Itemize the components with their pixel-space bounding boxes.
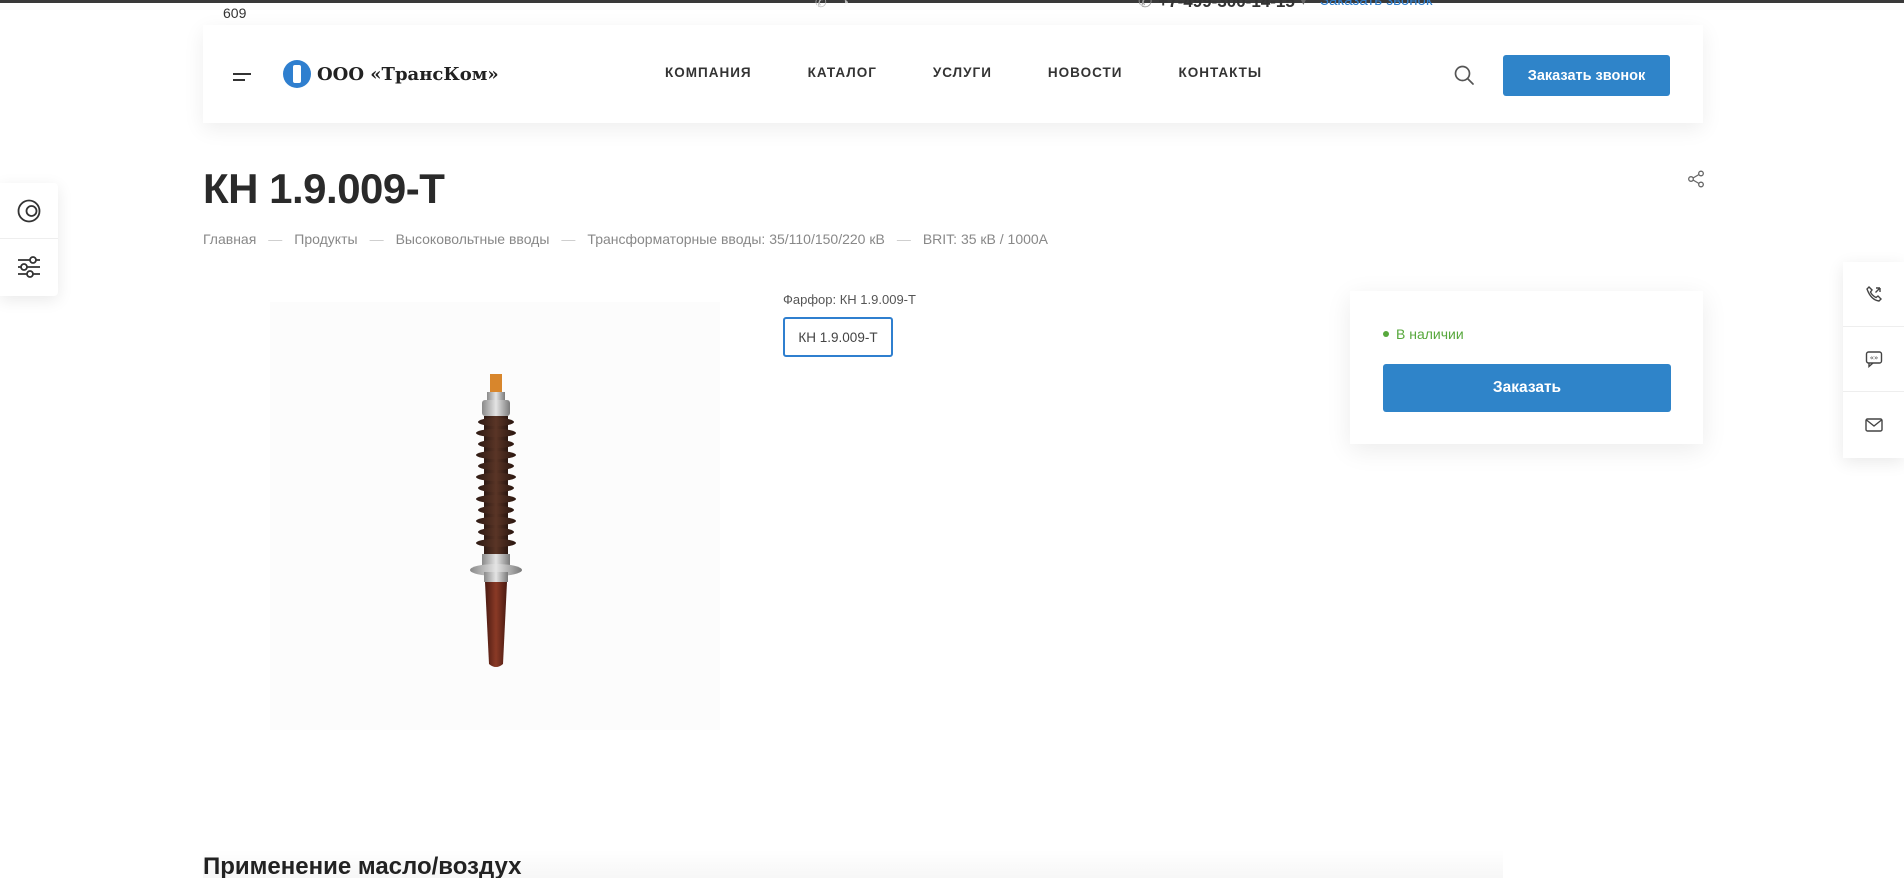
search-icon[interactable] bbox=[1453, 64, 1475, 86]
nav-company[interactable]: КОМПАНИЯ bbox=[665, 65, 752, 80]
chat-side-button[interactable]: «» bbox=[1843, 327, 1904, 392]
chat-icon: «» bbox=[1865, 351, 1882, 368]
breadcrumb: Главная — Продукты — Высоковольтные ввод… bbox=[203, 231, 1048, 247]
stock-dot-icon bbox=[1383, 331, 1389, 337]
callback-side-button[interactable] bbox=[1843, 262, 1904, 327]
breadcrumb-products[interactable]: Продукты bbox=[294, 231, 357, 247]
breadcrumb-brit[interactable]: BRIT: 35 кВ / 1000А bbox=[923, 231, 1048, 247]
breadcrumb-separator: — bbox=[561, 231, 576, 247]
mail-icon bbox=[1864, 417, 1883, 432]
filter-settings-icon bbox=[18, 256, 40, 278]
top-phone[interactable]: ✆ +7-499-300-14-15 ▾ bbox=[1138, 0, 1306, 12]
top-border bbox=[0, 0, 1904, 3]
product-image[interactable] bbox=[270, 302, 720, 730]
phone-icon: ✆ bbox=[1138, 0, 1153, 11]
compare-button[interactable] bbox=[0, 183, 58, 239]
nav-news[interactable]: НОВОСТИ bbox=[1048, 65, 1123, 80]
order-button[interactable]: Заказать bbox=[1383, 364, 1671, 412]
site-header: ООО «ТрансКом» КОМПАНИЯ КАТАЛОГ УСЛУГИ Н… bbox=[203, 25, 1703, 123]
buy-card: В наличии Заказать bbox=[1350, 291, 1703, 444]
top-callback-link[interactable]: Заказать звонок bbox=[1320, 0, 1432, 9]
right-toolbar: «» bbox=[1843, 262, 1904, 458]
mail-side-button[interactable] bbox=[1843, 392, 1904, 457]
whatsapp-icon[interactable]: ◔ bbox=[841, 0, 849, 10]
logo-icon bbox=[283, 60, 311, 88]
stock-status: В наличии bbox=[1383, 326, 1464, 342]
breadcrumb-transformer-bushings[interactable]: Трансформаторные вводы: 35/110/150/220 к… bbox=[587, 231, 884, 247]
section-title: Применение масло/воздух bbox=[203, 853, 522, 878]
breadcrumb-home[interactable]: Главная bbox=[203, 231, 256, 247]
variant-option[interactable]: КН 1.9.009-Т bbox=[783, 317, 893, 357]
breadcrumb-separator: — bbox=[268, 231, 283, 247]
callback-button[interactable]: Заказать звонок bbox=[1503, 55, 1670, 96]
phone-callback-icon bbox=[1865, 286, 1882, 302]
stock-status-text: В наличии bbox=[1396, 326, 1464, 342]
site-logo[interactable]: ООО «ТрансКом» bbox=[283, 60, 499, 88]
bushing-image bbox=[470, 374, 522, 667]
nav-catalog[interactable]: КАТАЛОГ bbox=[808, 65, 877, 80]
breadcrumb-separator: — bbox=[896, 231, 911, 247]
phone-number[interactable]: +7-499-300-14-15 bbox=[1158, 0, 1295, 12]
breadcrumb-separator: — bbox=[369, 231, 384, 247]
left-toolbar bbox=[0, 183, 58, 296]
svg-text:«»: «» bbox=[1869, 354, 1878, 362]
logo-text: ООО «ТрансКом» bbox=[317, 63, 499, 85]
phone-icon[interactable]: ✆ bbox=[815, 0, 827, 11]
nav-services[interactable]: УСЛУГИ bbox=[933, 65, 992, 80]
nav-contacts[interactable]: КОНТАКТЫ bbox=[1178, 65, 1262, 80]
menu-burger-icon[interactable] bbox=[233, 73, 251, 83]
breadcrumb-hv-bushings[interactable]: Высоковольтные вводы bbox=[396, 231, 550, 247]
filter-button[interactable] bbox=[0, 239, 58, 295]
compare-icon bbox=[17, 199, 41, 222]
variant-label: Фарфор: КН 1.9.009-Т bbox=[783, 292, 916, 307]
share-icon[interactable] bbox=[1687, 170, 1705, 188]
chevron-down-icon[interactable]: ▾ bbox=[1301, 0, 1306, 8]
top-counter: 609 bbox=[223, 5, 247, 21]
main-nav: КОМПАНИЯ КАТАЛОГ УСЛУГИ НОВОСТИ КОНТАКТЫ bbox=[665, 65, 1262, 80]
page-title: КН 1.9.009-Т bbox=[203, 165, 445, 212]
messenger-icons: ✆ ◔ bbox=[815, 0, 849, 12]
